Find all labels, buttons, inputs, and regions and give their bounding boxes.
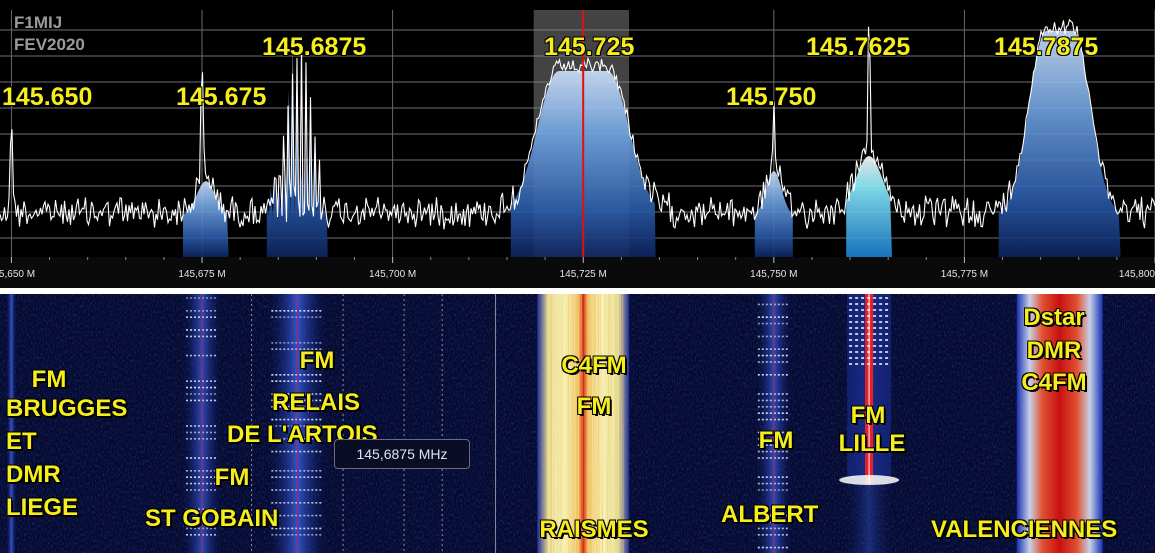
label-lille-name: LILLE (838, 430, 906, 457)
label-artois-relais: RELAIS (271, 389, 361, 416)
label-albert-mode: FM (758, 427, 794, 454)
date-watermark: FEV2020 (14, 35, 85, 54)
label-brugges-name: BRUGGES (6, 395, 128, 422)
valenciennes-band (1016, 294, 1103, 553)
axis-tick-label: 145,700 M (369, 269, 416, 280)
peak-label-1457875: 145.7875 (994, 33, 1099, 61)
axis-tick-label: 145,650 M (0, 269, 35, 280)
axis-tick-label: 145,800 (1119, 269, 1155, 280)
label-stgobain-mode: FM (214, 464, 250, 491)
peak-label-145750: 145.750 (726, 83, 817, 111)
label-albert-name: ALBERT (721, 501, 819, 528)
label-artois-mode: FM (299, 347, 335, 374)
axis-tick-label: 145,675 M (178, 269, 225, 280)
axis-tick-label: 145,725 M (560, 269, 607, 280)
label-brugges-et: ET (6, 428, 37, 455)
peak-label-145725: 145.725 (544, 33, 635, 61)
peak-label-1457625: 145.7625 (806, 33, 911, 61)
label-valenciennes-dmr: DMR (1026, 337, 1082, 364)
label-raismes-c4fm: C4FM (561, 352, 627, 379)
label-lille-mode: FM (850, 402, 886, 429)
label-valenciennes-c4fm: C4FM (1021, 369, 1087, 396)
label-valenciennes-dstar: Dstar (1023, 304, 1085, 331)
callsign-watermark: F1MIJ (14, 13, 63, 32)
label-brugges-mode: FM (31, 366, 67, 393)
frequency-tooltip: 145,6875 MHz (334, 439, 470, 469)
label-raismes-name: RAISMES (539, 516, 649, 543)
axis-tick-label: 145,775 M (941, 269, 988, 280)
lille-burst (839, 475, 900, 485)
label-stgobain-name: ST GOBAIN (145, 505, 279, 532)
axis-tick-label: 145,750 M (750, 269, 797, 280)
peak-label-145675: 145.675 (176, 83, 267, 111)
label-valenciennes-name: VALENCIENNES (931, 516, 1118, 543)
label-brugges-dmr: DMR (6, 461, 61, 488)
peak-label-1456875: 145.6875 (262, 33, 367, 61)
label-liege: LIEGE (6, 494, 79, 521)
peak-label-145650: 145.650 (2, 83, 93, 111)
label-raismes-fm: FM (576, 393, 612, 420)
